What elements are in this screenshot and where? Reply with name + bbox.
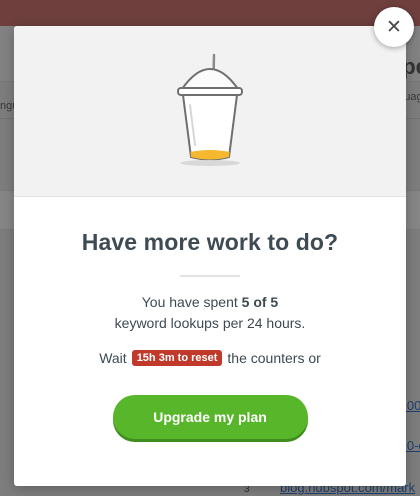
upgrade-plan-button[interactable]: Upgrade my plan xyxy=(112,395,308,439)
reset-suffix: the counters or xyxy=(227,350,321,366)
modal-hero xyxy=(14,26,406,197)
reset-line: Wait 15h 3m to reset the counters or xyxy=(14,350,406,366)
reset-timer-badge: 15h 3m to reset xyxy=(131,350,223,366)
modal-title: Have more work to do? xyxy=(81,229,339,255)
title-divider xyxy=(180,275,240,277)
close-button[interactable]: ✕ xyxy=(374,7,414,47)
usage-text: You have spent 5 of 5 keyword lookups pe… xyxy=(14,292,406,334)
reset-prefix: Wait xyxy=(99,350,127,366)
top-bar xyxy=(0,0,420,26)
usage-count: 5 of 5 xyxy=(241,294,279,310)
close-icon[interactable]: ✕ xyxy=(386,17,402,37)
usage-suffix: keyword lookups per 24 hours. xyxy=(114,315,306,331)
usage-prefix: You have spent xyxy=(141,294,238,310)
limit-reached-modal: Have more work to do? You have spent 5 o… xyxy=(14,26,406,486)
modal-body: Have more work to do? You have spent 5 o… xyxy=(14,229,406,439)
empty-cup-icon xyxy=(177,53,243,166)
